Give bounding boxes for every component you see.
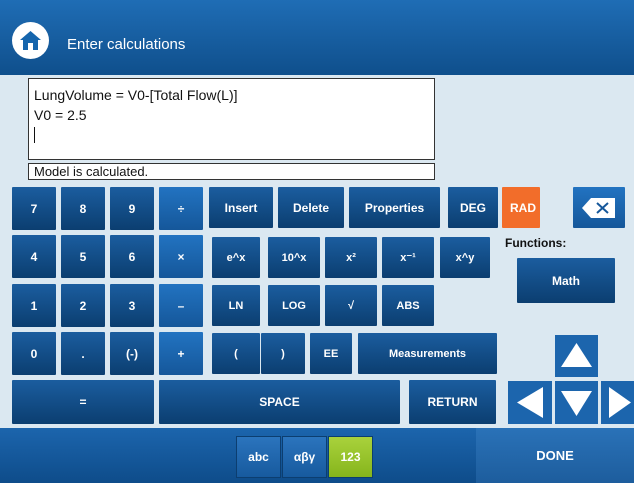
- backspace-button[interactable]: [573, 187, 625, 228]
- arrow-down-button[interactable]: [555, 381, 598, 424]
- key-minus[interactable]: –: [159, 284, 203, 327]
- key-equals[interactable]: =: [12, 380, 154, 424]
- arrow-up-button[interactable]: [555, 335, 598, 377]
- insert-button[interactable]: Insert: [209, 187, 273, 228]
- key-return[interactable]: RETURN: [409, 380, 496, 424]
- expression-editor[interactable]: LungVolume = V0-[Total Flow(L)] V0 = 2.5: [28, 78, 435, 160]
- arrow-down-icon: [561, 391, 592, 416]
- key-sqrt[interactable]: √: [325, 285, 377, 326]
- deg-button[interactable]: DEG: [448, 187, 498, 228]
- properties-button[interactable]: Properties: [349, 187, 440, 228]
- arrow-left-button[interactable]: [508, 381, 552, 424]
- key-negate[interactable]: (-): [110, 332, 154, 375]
- measurements-button[interactable]: Measurements: [358, 333, 497, 374]
- key-reciprocal[interactable]: x⁻¹: [382, 237, 434, 278]
- text-cursor: [34, 127, 35, 143]
- key-5[interactable]: 5: [61, 235, 105, 278]
- key-multiply[interactable]: ×: [159, 235, 203, 278]
- key-6[interactable]: 6: [110, 235, 154, 278]
- key-ee[interactable]: EE: [310, 333, 352, 374]
- mode-greek-button[interactable]: αβγ: [282, 436, 327, 478]
- key-space[interactable]: SPACE: [159, 380, 400, 424]
- expression-line: V0 = 2.5: [34, 107, 87, 123]
- home-icon: [20, 31, 41, 50]
- key-7[interactable]: 7: [12, 187, 56, 230]
- math-button[interactable]: Math: [517, 258, 615, 303]
- key-0[interactable]: 0: [12, 332, 56, 375]
- key-ln[interactable]: LN: [212, 285, 260, 326]
- key-8[interactable]: 8: [61, 187, 105, 230]
- arrow-up-icon: [561, 343, 592, 367]
- key-2[interactable]: 2: [61, 284, 105, 327]
- arrow-left-icon: [517, 387, 543, 418]
- key-log[interactable]: LOG: [268, 285, 320, 326]
- key-close-paren[interactable]: ): [261, 333, 305, 374]
- key-exp[interactable]: e^x: [212, 237, 260, 278]
- mode-123-button[interactable]: 123: [328, 436, 373, 478]
- key-plus[interactable]: +: [159, 332, 203, 375]
- arrow-right-button[interactable]: [601, 381, 634, 424]
- done-button[interactable]: DONE: [476, 428, 634, 483]
- functions-label: Functions:: [505, 236, 567, 250]
- status-message: Model is calculated.: [28, 163, 435, 180]
- key-decimal[interactable]: .: [61, 332, 105, 375]
- home-button[interactable]: [12, 22, 49, 59]
- delete-button[interactable]: Delete: [278, 187, 344, 228]
- backspace-icon: [582, 197, 615, 218]
- key-3[interactable]: 3: [110, 284, 154, 327]
- key-divide[interactable]: ÷: [159, 187, 203, 230]
- key-4[interactable]: 4: [12, 235, 56, 278]
- key-1[interactable]: 1: [12, 284, 56, 327]
- key-power[interactable]: x^y: [440, 237, 490, 278]
- page-title: Enter calculations: [67, 36, 186, 53]
- arrow-right-icon: [609, 387, 631, 418]
- key-ten-power[interactable]: 10^x: [268, 237, 320, 278]
- key-abs[interactable]: ABS: [382, 285, 434, 326]
- expression-line: LungVolume = V0-[Total Flow(L)]: [34, 87, 238, 103]
- mode-abc-button[interactable]: abc: [236, 436, 281, 478]
- rad-button[interactable]: RAD: [502, 187, 540, 228]
- key-open-paren[interactable]: (: [212, 333, 260, 374]
- key-square[interactable]: x²: [325, 237, 377, 278]
- key-9[interactable]: 9: [110, 187, 154, 230]
